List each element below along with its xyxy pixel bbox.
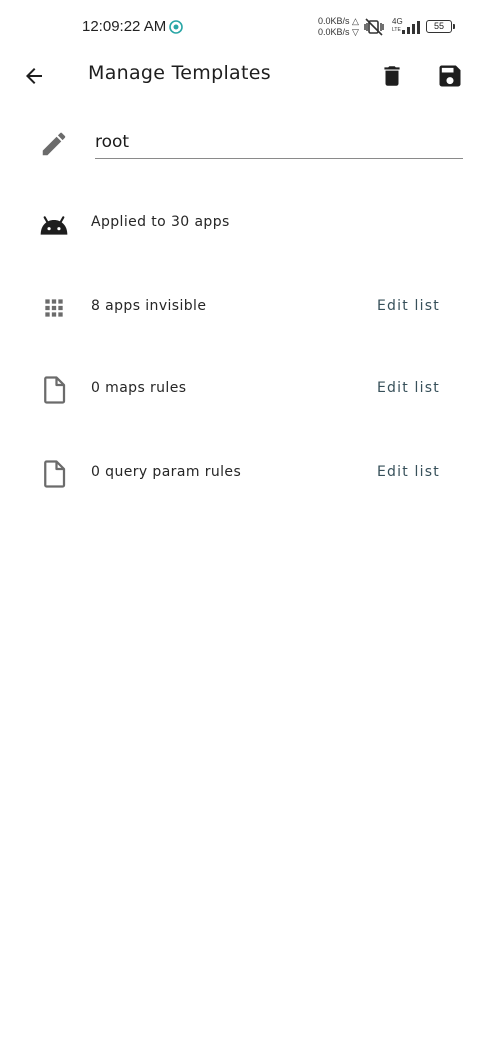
android-icon — [40, 216, 68, 235]
template-name-row — [0, 128, 480, 162]
rule-row-apps-invisible: 8 apps invisible Edit list — [0, 292, 480, 326]
edit-list-button[interactable]: Edit list — [377, 298, 440, 314]
net-down-speed: 0.0KB/s — [318, 27, 350, 37]
app-toolbar: Manage Templates — [0, 54, 480, 98]
status-time: 12:09:22 AM — [82, 18, 167, 35]
network-speed: 0.0KB/s △ 0.0KB/s ▽ — [318, 16, 359, 37]
name-icon-wrap — [38, 128, 70, 160]
status-bar: 12:09:22 AM 0.0KB/s △ 0.0KB/s ▽ 4G LTE 5… — [0, 0, 480, 54]
page-title: Manage Templates — [88, 62, 271, 84]
applied-row: Applied to 30 apps — [0, 208, 480, 242]
edit-list-button[interactable]: Edit list — [377, 464, 440, 480]
save-button[interactable] — [434, 60, 466, 92]
vibrate-mute-icon — [364, 18, 384, 36]
rule-text: 8 apps invisible — [91, 298, 207, 314]
pencil-icon — [42, 132, 66, 156]
back-button[interactable] — [18, 60, 50, 92]
document-icon — [44, 460, 66, 488]
signal-strength-icon — [402, 21, 420, 34]
rule-icon-wrap — [38, 374, 70, 406]
app-grid-icon — [45, 299, 63, 317]
document-icon — [44, 376, 66, 404]
rule-icon-wrap — [38, 292, 70, 324]
battery-indicator: 55 — [426, 20, 455, 33]
rule-row-query-param-rules: 0 query param rules Edit list — [0, 458, 480, 492]
edit-list-button[interactable]: Edit list — [377, 380, 440, 396]
applied-count-text: Applied to 30 apps — [91, 214, 230, 230]
applied-icon-wrap — [38, 208, 70, 240]
rule-text: 0 query param rules — [91, 464, 242, 480]
rule-text: 0 maps rules — [91, 380, 187, 396]
rule-row-maps-rules: 0 maps rules Edit list — [0, 374, 480, 408]
net-up-speed: 0.0KB/s — [318, 16, 350, 26]
rule-icon-wrap — [38, 458, 70, 490]
sync-icon — [169, 20, 183, 34]
template-name-input[interactable] — [95, 128, 463, 159]
floppy-save-icon — [439, 65, 461, 87]
delete-button[interactable] — [376, 60, 408, 92]
trash-icon — [384, 66, 400, 86]
arrow-back-icon — [26, 68, 42, 84]
